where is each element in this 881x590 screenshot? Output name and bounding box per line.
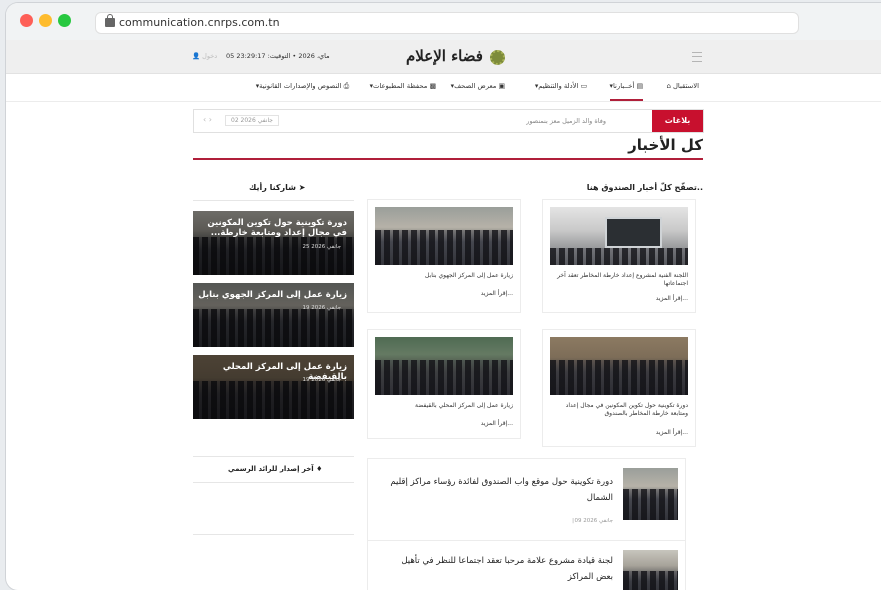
news-list-item[interactable]: لجنة قيادة مشروع علامة مرحبا تعقد اجتماع… — [367, 540, 686, 590]
news-caption[interactable]: زيارة عمل إلى المركز الجهوي بنابل — [375, 272, 513, 280]
ticker-date: 02 جانفي 2026 — [225, 115, 279, 126]
read-more-link[interactable]: إقرأ المزيد... — [550, 295, 688, 302]
sidebar-news-item[interactable]: زيارة عمل إلى المركز المحلي بالقيفضة 19 … — [193, 355, 354, 419]
sidebar-news-date: 19 جانفي 2026 — [302, 377, 341, 383]
title-divider — [193, 158, 703, 160]
graduation-cap-icon: ♦ — [316, 465, 323, 473]
sidebar-news-title[interactable]: زيارة عمل إلى المركز الجهوي بنابل — [197, 290, 347, 300]
nav-label: معرض الصحف — [454, 82, 497, 90]
sidebar-divider — [193, 200, 354, 201]
ticker-label: بلاغات — [652, 110, 703, 132]
sidebar-divider — [193, 456, 354, 457]
news-list-title[interactable]: لجنة قيادة مشروع علامة مرحبا تعقد اجتماع… — [383, 553, 613, 585]
sidebar-news-item[interactable]: زيارة عمل إلى المركز الجهوي بنابل 19 جان… — [193, 283, 354, 347]
share-title: شاركنا رأيك ➤ — [249, 183, 305, 192]
folder-icon: ▭ — [580, 82, 587, 90]
news-list-image — [623, 468, 678, 520]
news-caption[interactable]: اللجنة الفنية لمشروع إعداد خارطة المخاطر… — [550, 272, 688, 288]
newspaper-icon: ▤ — [636, 82, 643, 90]
sidebar-news-date: 19 جانفي 2026 — [302, 305, 341, 311]
paper-plane-icon: ➤ — [298, 183, 306, 192]
news-list-title[interactable]: دورة تكوينية حول موقع واب الصندوق لفائدة… — [383, 474, 613, 506]
nav-label: الاستقبال — [672, 82, 699, 90]
section-title: تصفّح كلّ أخبار الصندوق هنا.. — [586, 183, 703, 192]
news-list-date: 09 جانفي 2026 — [574, 518, 613, 524]
read-more-link[interactable]: إقرأ المزيد... — [375, 290, 513, 297]
share-title-text: شاركنا رأيك — [249, 183, 296, 192]
menu-icon[interactable] — [692, 52, 702, 62]
read-more-link[interactable]: إقرأ المزيد... — [550, 429, 688, 436]
sidebar-news-title[interactable]: دورة تكوينية حول تكوين المكونين في مجال … — [197, 218, 347, 238]
people-shape — [623, 488, 678, 520]
read-more-link[interactable]: إقرأ المزيد... — [375, 420, 513, 427]
date-time: 05 ماي، 2026 • التوقيت: 23:29:17 — [226, 52, 330, 60]
nav-item-guides[interactable]: ▾الأدلة والتنظيم ▭ — [535, 74, 587, 99]
ticker-arrows-icon[interactable]: ‹ › — [203, 115, 212, 124]
news-caption[interactable]: زيارة عمل إلى المركز المحلي بالقيفضة — [375, 402, 513, 410]
gazette-title: آخر إصدار للرائد الرسمي ♦ — [228, 465, 322, 473]
news-card[interactable]: زيارة عمل إلى المركز المحلي بالقيفضة إقر… — [367, 329, 521, 439]
site-logo[interactable]: فضاء الإعلام — [406, 47, 506, 65]
browser-chrome: communication.cnrps.com.tn — [6, 3, 881, 41]
news-image — [550, 207, 688, 265]
logo-emblem-icon — [490, 49, 506, 65]
nav-label: النصوص والإصدارات القانونية — [259, 82, 342, 90]
sidebar-divider — [193, 482, 354, 483]
lock-icon — [105, 14, 115, 27]
minimize-window-button[interactable] — [39, 14, 52, 27]
login-label: دخول — [202, 52, 218, 60]
screen-shape — [605, 217, 662, 248]
news-list-image — [623, 550, 678, 590]
login-link[interactable]: 👤 دخول — [192, 52, 217, 60]
nav-item-home[interactable]: ⌂ الاستقبال — [667, 74, 700, 99]
nav-label: أخــبارنا — [612, 82, 635, 90]
nav-item-news[interactable]: ▾أخــبارنا ▤ — [609, 74, 643, 101]
nav-item-legal-texts[interactable]: ▾النصوص والإصدارات القانونية ⎙ — [256, 74, 349, 99]
news-list-item[interactable]: دورة تكوينية حول موقع واب الصندوق لفائدة… — [367, 458, 686, 542]
date-separator: | — [572, 518, 574, 524]
people-shape — [375, 230, 513, 265]
nav-item-press[interactable]: ▾معرض الصحف ▣ — [451, 74, 505, 99]
ticker-text[interactable]: وفاة والد الزميل معز بنمنصور — [426, 117, 606, 125]
address-bar[interactable]: communication.cnrps.com.tn — [95, 12, 799, 34]
news-card[interactable]: دورة تكوينية حول تكوين المكونين في مجال … — [542, 329, 696, 447]
gazette-title-text: آخر إصدار للرائد الرسمي — [228, 465, 314, 473]
sidebar-news-date: 25 جانفي 2026 — [302, 244, 341, 250]
announcements-ticker: ‹ › 02 جانفي 2026 وفاة والد الزميل معز ب… — [193, 109, 704, 133]
nav-label: الأدلة والتنظيم — [538, 82, 579, 90]
sidebar-news-item[interactable]: دورة تكوينية حول تكوين المكونين في مجال … — [193, 211, 354, 275]
logo-text: فضاء الإعلام — [406, 47, 483, 65]
news-card[interactable]: زيارة عمل إلى المركز الجهوي بنابل إقرأ ا… — [367, 199, 521, 313]
news-image — [375, 207, 513, 265]
nav-item-publications[interactable]: ▾محفظة المطبوعات ▩ — [370, 74, 436, 99]
people-shape — [375, 360, 513, 395]
book-icon: ▣ — [498, 82, 505, 90]
maximize-window-button[interactable] — [58, 14, 71, 27]
sidebar-divider — [193, 534, 354, 535]
nav-label: محفظة المطبوعات — [373, 82, 428, 90]
close-window-button[interactable] — [20, 14, 33, 27]
top-bar: 👤 دخول 05 ماي، 2026 • التوقيت: 23:29:17 … — [6, 40, 881, 74]
url-text: communication.cnrps.com.tn — [119, 16, 280, 29]
print-icon: ⎙ — [343, 82, 349, 90]
news-image — [375, 337, 513, 395]
news-card[interactable]: اللجنة الفنية لمشروع إعداد خارطة المخاطر… — [542, 199, 696, 313]
people-shape — [550, 247, 688, 265]
main-nav: ⌂ الاستقبال ▾أخــبارنا ▤ ▾الأدلة والتنظي… — [6, 74, 881, 102]
people-shape — [623, 570, 678, 590]
people-shape — [550, 360, 688, 395]
archive-icon: ▩ — [429, 82, 436, 90]
news-image — [550, 337, 688, 395]
page-title: كل الأخبار — [628, 136, 703, 154]
browser-window: communication.cnrps.com.tn 👤 دخول 05 ماي… — [6, 3, 881, 590]
news-caption[interactable]: دورة تكوينية حول تكوين المكونين في مجال … — [550, 402, 688, 418]
